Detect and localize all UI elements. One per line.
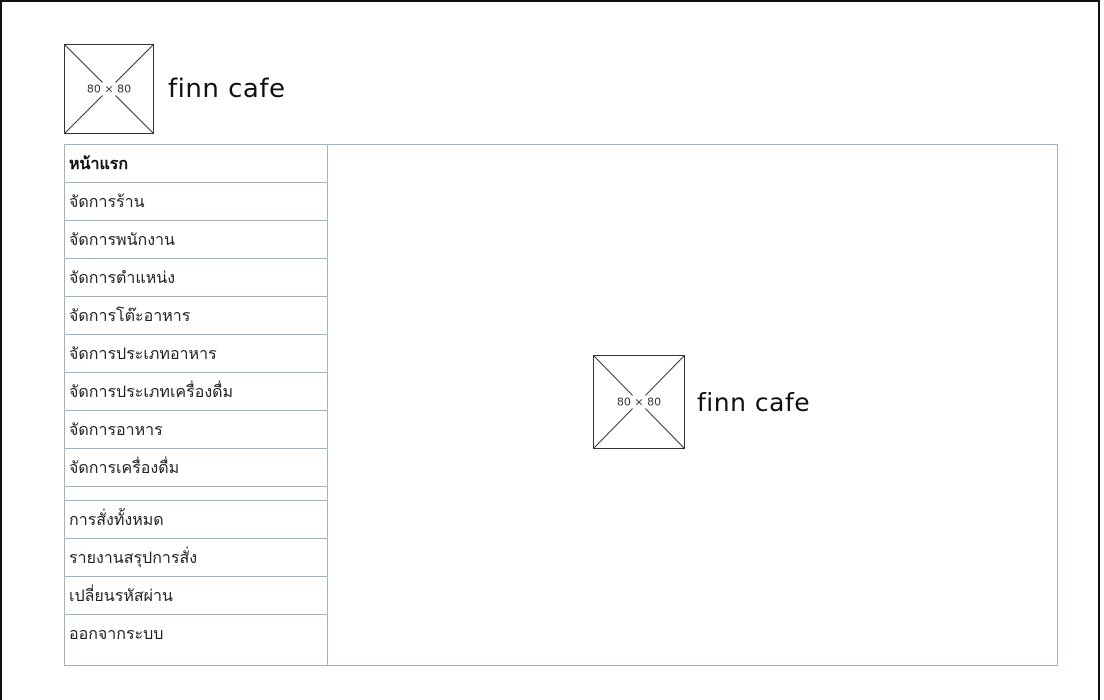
sidebar-item-manage-tables[interactable]: จัดการโต๊ะอาหาร: [65, 297, 327, 335]
content-area: 80 × 80 finn cafe: [328, 145, 1057, 665]
sidebar-item-logout[interactable]: ออกจากระบบ: [65, 615, 327, 653]
sidebar-item-manage-employees[interactable]: จัดการพนักงาน: [65, 221, 327, 259]
content-logo: 80 × 80 finn cafe: [593, 355, 810, 449]
sidebar-divider: [65, 487, 327, 501]
sidebar-menu: หน้าแรก จัดการร้าน จัดการพนักงาน จัดการต…: [65, 145, 328, 665]
sidebar-item-manage-shop[interactable]: จัดการร้าน: [65, 183, 327, 221]
app-title: finn cafe: [168, 74, 286, 104]
sidebar-item-manage-drinks[interactable]: จัดการเครื่องดื่ม: [65, 449, 327, 487]
content-placeholder-size: 80 × 80: [614, 395, 664, 409]
content-title: finn cafe: [697, 387, 811, 417]
content-image-placeholder: 80 × 80: [593, 355, 685, 449]
sidebar-item-manage-positions[interactable]: จัดการตำแหน่ง: [65, 259, 327, 297]
sidebar-item-manage-drink-categories[interactable]: จัดการประเภทเครื่องดื่ม: [65, 373, 327, 411]
header: 80 × 80 finn cafe: [64, 44, 285, 134]
sidebar-item-all-orders[interactable]: การสั่งทั้งหมด: [65, 501, 327, 539]
sidebar-item-order-summary-report[interactable]: รายงานสรุปการสั่ง: [65, 539, 327, 577]
sidebar-item-manage-food[interactable]: จัดการอาหาร: [65, 411, 327, 449]
main-layout: หน้าแรก จัดการร้าน จัดการพนักงาน จัดการต…: [64, 144, 1058, 666]
logo-image-placeholder: 80 × 80: [64, 44, 154, 134]
logo-placeholder-size: 80 × 80: [84, 82, 134, 96]
sidebar-item-home[interactable]: หน้าแรก: [65, 145, 327, 183]
sidebar-item-change-password[interactable]: เปลี่ยนรหัสผ่าน: [65, 577, 327, 615]
sidebar-item-manage-food-categories[interactable]: จัดการประเภทอาหาร: [65, 335, 327, 373]
